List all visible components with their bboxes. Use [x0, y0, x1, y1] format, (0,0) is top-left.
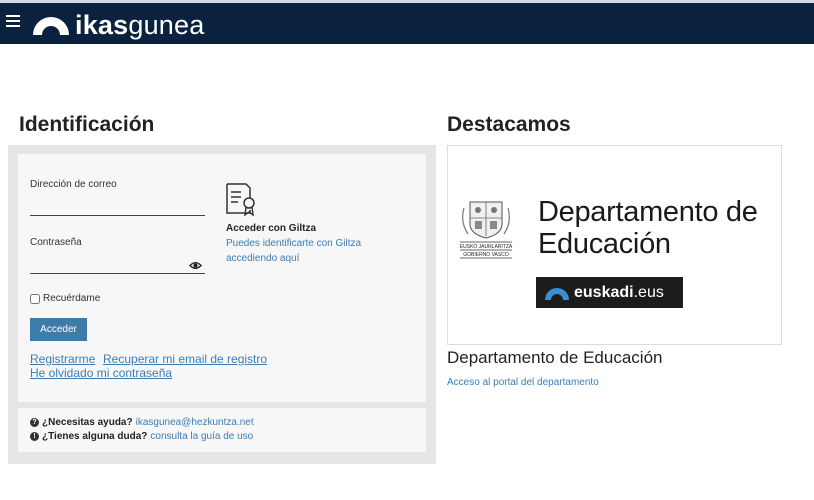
certificate-icon	[226, 183, 255, 216]
department-portal-link[interactable]: Acceso al portal del departamento	[447, 377, 599, 388]
department-title: Departamento de Educación	[447, 348, 663, 367]
remember-me[interactable]: Recuérdame	[30, 293, 100, 304]
recover-email-link[interactable]: Recuperar mi email de registro	[103, 352, 267, 366]
euskadi-arc-icon	[545, 287, 569, 300]
logo-text-bold: ikas	[75, 10, 129, 40]
email-underline	[30, 215, 205, 216]
help-row-contact: ? ¿Necesitas ayuda? ikasgunea@hezkuntza.…	[30, 417, 254, 428]
remember-label: Recuérdame	[43, 293, 101, 304]
password-underline	[30, 273, 205, 274]
menu-icon[interactable]	[6, 15, 20, 27]
help-row-guide: ! ¿Tienes alguna duda? consulta la guía …	[30, 431, 253, 442]
info-icon: !	[30, 432, 39, 441]
logo-text-light: gunea	[128, 10, 205, 40]
login-title: Identificación	[19, 113, 155, 136]
euskadi-text-light: .eus	[633, 283, 664, 301]
euskadi-logo: euskadi.eus	[536, 277, 683, 308]
help-email-link[interactable]: ikasgunea@hezkuntza.net	[136, 417, 254, 428]
navbar: ikasgunea	[0, 3, 814, 44]
doubt-label: ¿Tienes alguna duda?	[42, 431, 148, 442]
seal-text-top: EUSKO JAURLARITZA	[460, 244, 513, 250]
banner-heading-line1: Departamento de	[538, 196, 758, 228]
need-help-label: ¿Necesitas ayuda?	[42, 417, 133, 428]
featured-title: Destacamos	[447, 113, 571, 136]
basque-government-seal: EUSKO JAURLARITZA GOBIERNO VASCO	[456, 198, 516, 260]
question-icon: ?	[30, 418, 39, 427]
banner-heading-line2: Educación	[538, 228, 671, 260]
giltza-title: Acceder con Giltza	[226, 223, 317, 234]
guide-link[interactable]: consulta la guía de uso	[150, 431, 253, 442]
remember-checkbox[interactable]	[30, 293, 40, 304]
logo[interactable]: ikasgunea	[32, 10, 204, 40]
featured-banner[interactable]: EUSKO JAURLARITZA GOBIERNO VASCO Departa…	[447, 145, 782, 345]
seal-text-bottom: GOBIERNO VASCO	[463, 252, 509, 258]
forgot-password-link[interactable]: He olvidado mi contraseña	[30, 366, 172, 380]
banner-heading: Departamento de Educación	[538, 196, 758, 260]
euskadi-text-bold: euskadi	[574, 283, 634, 301]
password-field[interactable]	[30, 256, 186, 272]
show-password-eye-icon[interactable]	[189, 259, 202, 272]
password-label: Contraseña	[30, 237, 82, 248]
logo-arc-icon	[33, 17, 69, 35]
email-field[interactable]	[30, 198, 204, 214]
register-link[interactable]: Registrarme	[30, 352, 95, 366]
help-card	[18, 408, 426, 452]
submit-button[interactable]: Acceder	[30, 318, 87, 341]
email-label: Dirección de correo	[30, 179, 117, 190]
giltza-link[interactable]: Puedes identificarte con Giltza accedien…	[226, 236, 376, 266]
